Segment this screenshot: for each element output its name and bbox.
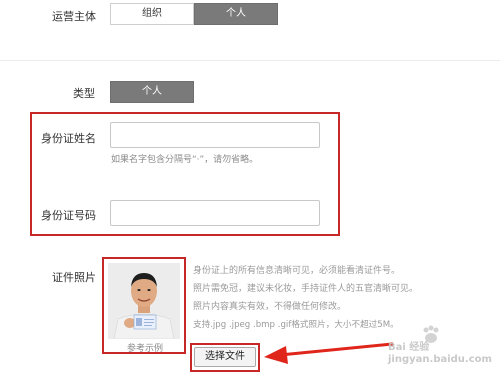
id-name-hint: 如果名字包含分隔号“·”，请勿省略。 [111,155,259,165]
operator-label: 运营主体 [52,10,96,23]
watermark-text: Bai 经验 jingyan.baidu.com [388,342,492,365]
section-divider [0,60,500,61]
photo-tip: 照片需免冠，建议未化妆，手持证件人的五官清晰可见。 [193,284,419,294]
photo-label: 证件照片 [52,271,96,284]
watermark: Bai 经验 jingyan.baidu.com [388,322,498,368]
id-number-label: 身份证号码 [41,209,96,222]
sample-photo-caption: 参考示例 [127,344,164,354]
type-label: 类型 [73,87,95,100]
arrow-icon [264,342,394,364]
id-number-input[interactable] [110,200,320,226]
operator-option-org[interactable]: 组织 [110,3,194,25]
person-holding-id-icon [108,263,180,339]
id-name-input[interactable] [110,122,320,148]
id-name-label: 身份证姓名 [41,132,96,145]
sample-photo [108,263,180,339]
operator-option-personal[interactable]: 个人 [194,3,278,25]
type-value: 个人 [110,81,194,103]
photo-tip: 照片内容真实有效，不得做任何修改。 [193,302,347,312]
photo-tip: 身份证上的所有信息清晰可见，必须能看清证件号。 [193,266,401,276]
choose-file-button[interactable]: 选择文件 [194,347,256,367]
